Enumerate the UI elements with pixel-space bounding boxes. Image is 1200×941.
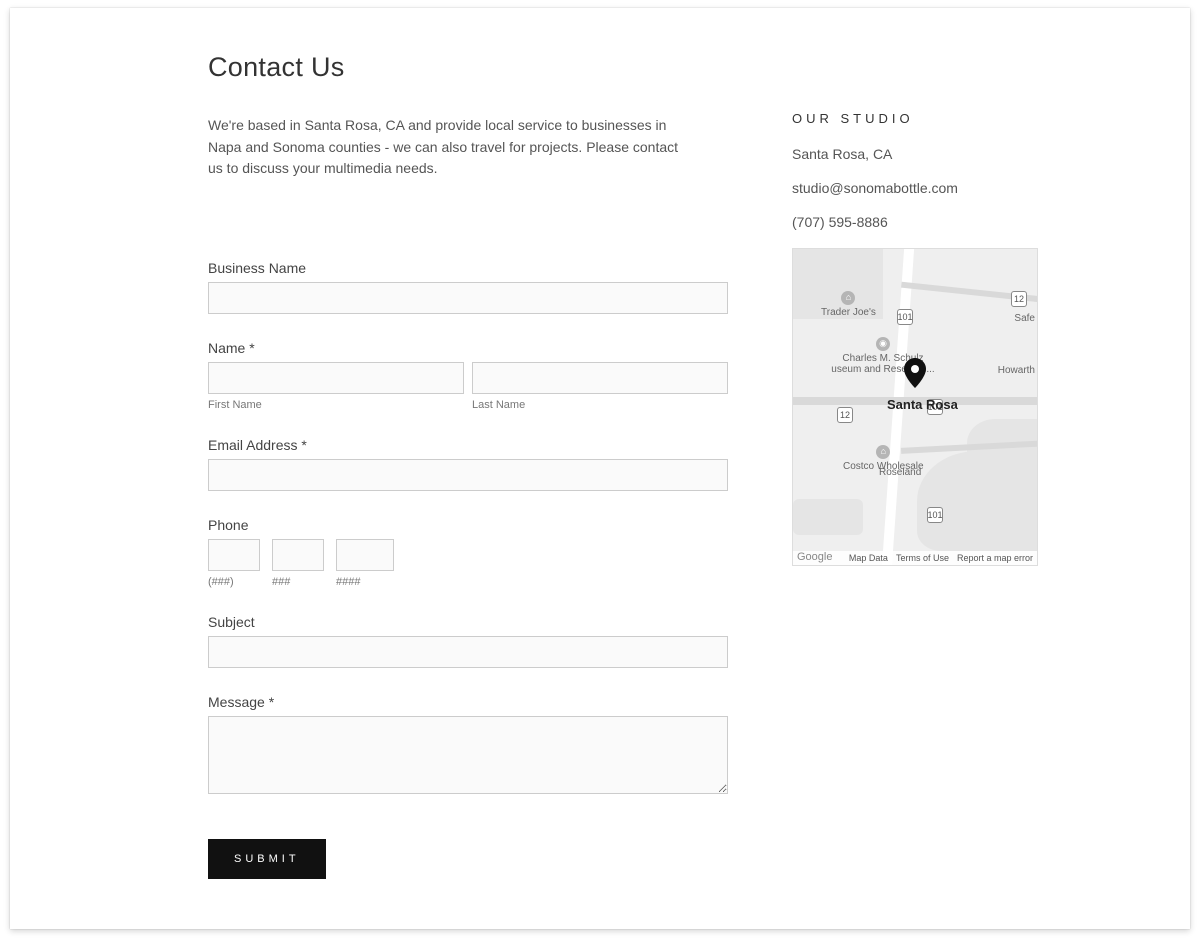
poi-safe: Safe (1014, 313, 1035, 324)
submit-button[interactable]: SUBMIT (208, 839, 326, 879)
email-input[interactable] (208, 459, 728, 491)
page-title: Contact Us (208, 52, 998, 83)
last-name-input[interactable] (472, 362, 728, 394)
phone-sub-1: (###) (208, 576, 260, 588)
poi-trader-joes: Trader Joe's (821, 307, 876, 318)
map-data-link[interactable]: Map Data (849, 553, 888, 563)
subject-input[interactable] (208, 636, 728, 668)
intro-text: We're based in Santa Rosa, CA and provid… (208, 115, 688, 180)
map-report-link[interactable]: Report a map error (957, 553, 1033, 563)
phone-line-input[interactable] (336, 539, 394, 571)
phone-prefix-input[interactable] (272, 539, 324, 571)
studio-city: Santa Rosa, CA (792, 146, 1042, 162)
phone-sub-2: ### (272, 576, 324, 588)
map-widget[interactable]: ⌂ Trader Joe's ◉ Charles M. Schulz useum… (792, 248, 1038, 566)
name-label: Name * (208, 340, 728, 356)
poi-howarth: Howarth (998, 365, 1035, 376)
studio-heading: OUR STUDIO (792, 111, 1042, 126)
poi-icon: ◉ (876, 337, 890, 351)
email-label: Email Address * (208, 437, 728, 453)
subject-label: Subject (208, 614, 728, 630)
message-label: Message * (208, 694, 728, 710)
business-name-input[interactable] (208, 282, 728, 314)
poi-roseland: Roseland (879, 467, 921, 478)
first-name-input[interactable] (208, 362, 464, 394)
last-name-sublabel: Last Name (472, 399, 728, 411)
studio-phone: (707) 595-8886 (792, 214, 1042, 230)
poi-icon: ⌂ (841, 291, 855, 305)
route-shield-12: 12 (1011, 291, 1027, 307)
message-textarea[interactable] (208, 716, 728, 794)
business-name-label: Business Name (208, 260, 728, 276)
map-pin-icon (904, 358, 926, 388)
first-name-sublabel: First Name (208, 399, 464, 411)
phone-label: Phone (208, 517, 728, 533)
route-shield-101: 101 (897, 309, 913, 325)
phone-sub-3: #### (336, 576, 394, 588)
map-terms-link[interactable]: Terms of Use (896, 553, 949, 563)
phone-area-input[interactable] (208, 539, 260, 571)
map-brand: Google (797, 551, 832, 563)
route-shield-12: 12 (837, 407, 853, 423)
poi-icon: ⌂ (876, 445, 890, 459)
route-shield-101: 101 (927, 507, 943, 523)
map-center-label: Santa Rosa (887, 397, 958, 412)
studio-email: studio@sonomabottle.com (792, 180, 1042, 196)
